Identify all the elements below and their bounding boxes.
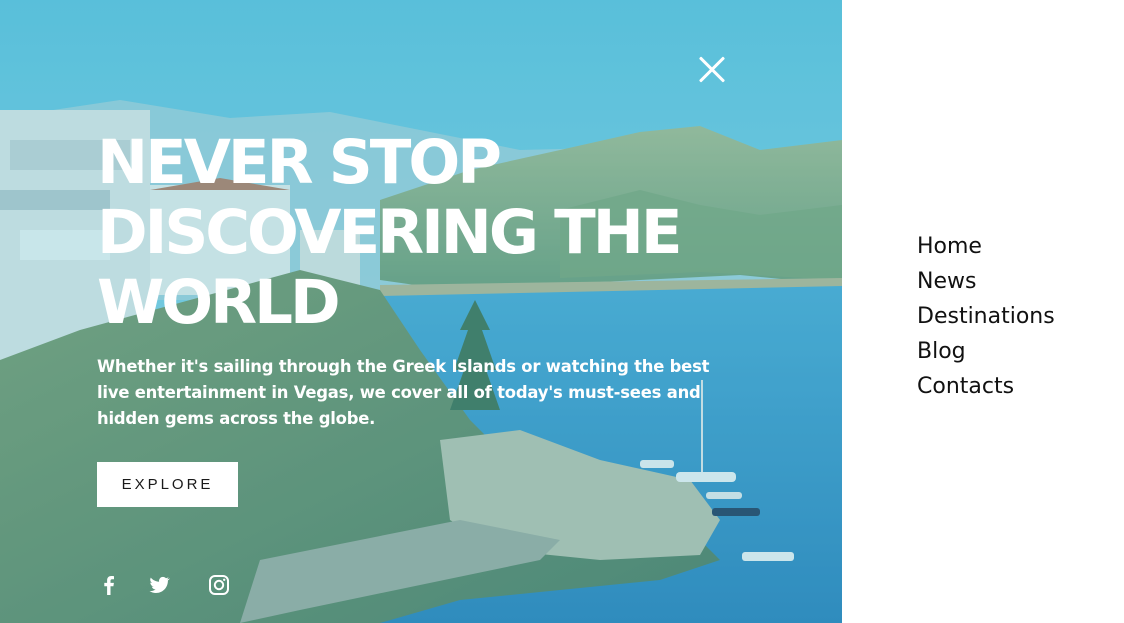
menu-item-news[interactable]: News <box>917 264 1055 299</box>
explore-button[interactable]: EXPLORE <box>97 462 238 507</box>
hero-description: Whether it's sailing through the Greek I… <box>97 357 710 428</box>
close-icon[interactable] <box>694 52 730 88</box>
twitter-icon[interactable] <box>147 573 171 597</box>
menu-item-home[interactable]: Home <box>917 229 1055 264</box>
menu-item-destinations[interactable]: Destinations <box>917 299 1055 334</box>
hero-headline-line-1: NEVER STOP <box>97 127 502 198</box>
facebook-icon[interactable] <box>97 573 121 597</box>
hero-banner: NEVER STOP DISCOVERING THE WORLD Whether… <box>0 0 842 623</box>
hero-headline-line-2: DISCOVERING THE <box>97 197 682 268</box>
instagram-icon[interactable] <box>207 573 231 597</box>
main-menu: Home News Destinations Blog Contacts <box>917 229 1055 404</box>
menu-item-blog[interactable]: Blog <box>917 334 1055 369</box>
hero-headline: NEVER STOP DISCOVERING THE WORLD <box>97 128 737 338</box>
hero-headline-line-3: WORLD <box>97 267 341 338</box>
menu-item-contacts[interactable]: Contacts <box>917 369 1055 404</box>
